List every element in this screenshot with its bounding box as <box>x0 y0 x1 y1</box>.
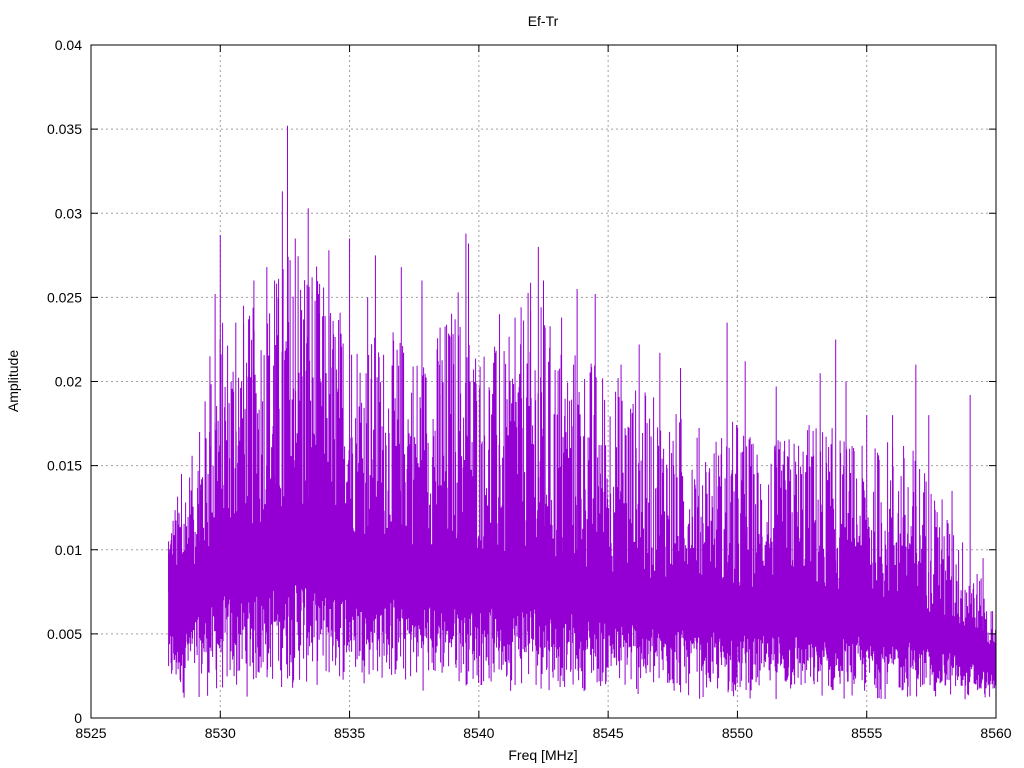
y-tick-label: 0.04 <box>55 37 82 53</box>
y-axis-label: Amplitude <box>5 350 21 412</box>
y-tick-label: 0.03 <box>55 205 82 221</box>
y-tick-label: 0.035 <box>47 121 82 137</box>
chart-title: Ef-Tr <box>528 13 559 29</box>
x-tick-label: 8525 <box>75 725 106 741</box>
x-tick-label: 8545 <box>593 725 624 741</box>
y-tick-label: 0.02 <box>55 374 82 390</box>
y-tick-label: 0.005 <box>47 626 82 642</box>
x-axis-label: Freq [MHz] <box>508 747 577 763</box>
x-tick-label: 8535 <box>334 725 365 741</box>
x-tick-label: 8540 <box>463 725 494 741</box>
y-tick-label: 0.01 <box>55 542 82 558</box>
x-tick-label: 8560 <box>980 725 1011 741</box>
x-tick-label: 8530 <box>205 725 236 741</box>
spectrum-chart: Ef-Tr 8525 8530 8535 8540 8545 8550 8555 8560 0 0… <box>0 0 1024 768</box>
y-tick-label: 0.015 <box>47 458 82 474</box>
y-tick-label: 0.025 <box>47 289 82 305</box>
x-tick-label: 8555 <box>851 725 882 741</box>
x-tick-label: 8550 <box>722 725 753 741</box>
y-tick-label: 0 <box>74 710 82 726</box>
